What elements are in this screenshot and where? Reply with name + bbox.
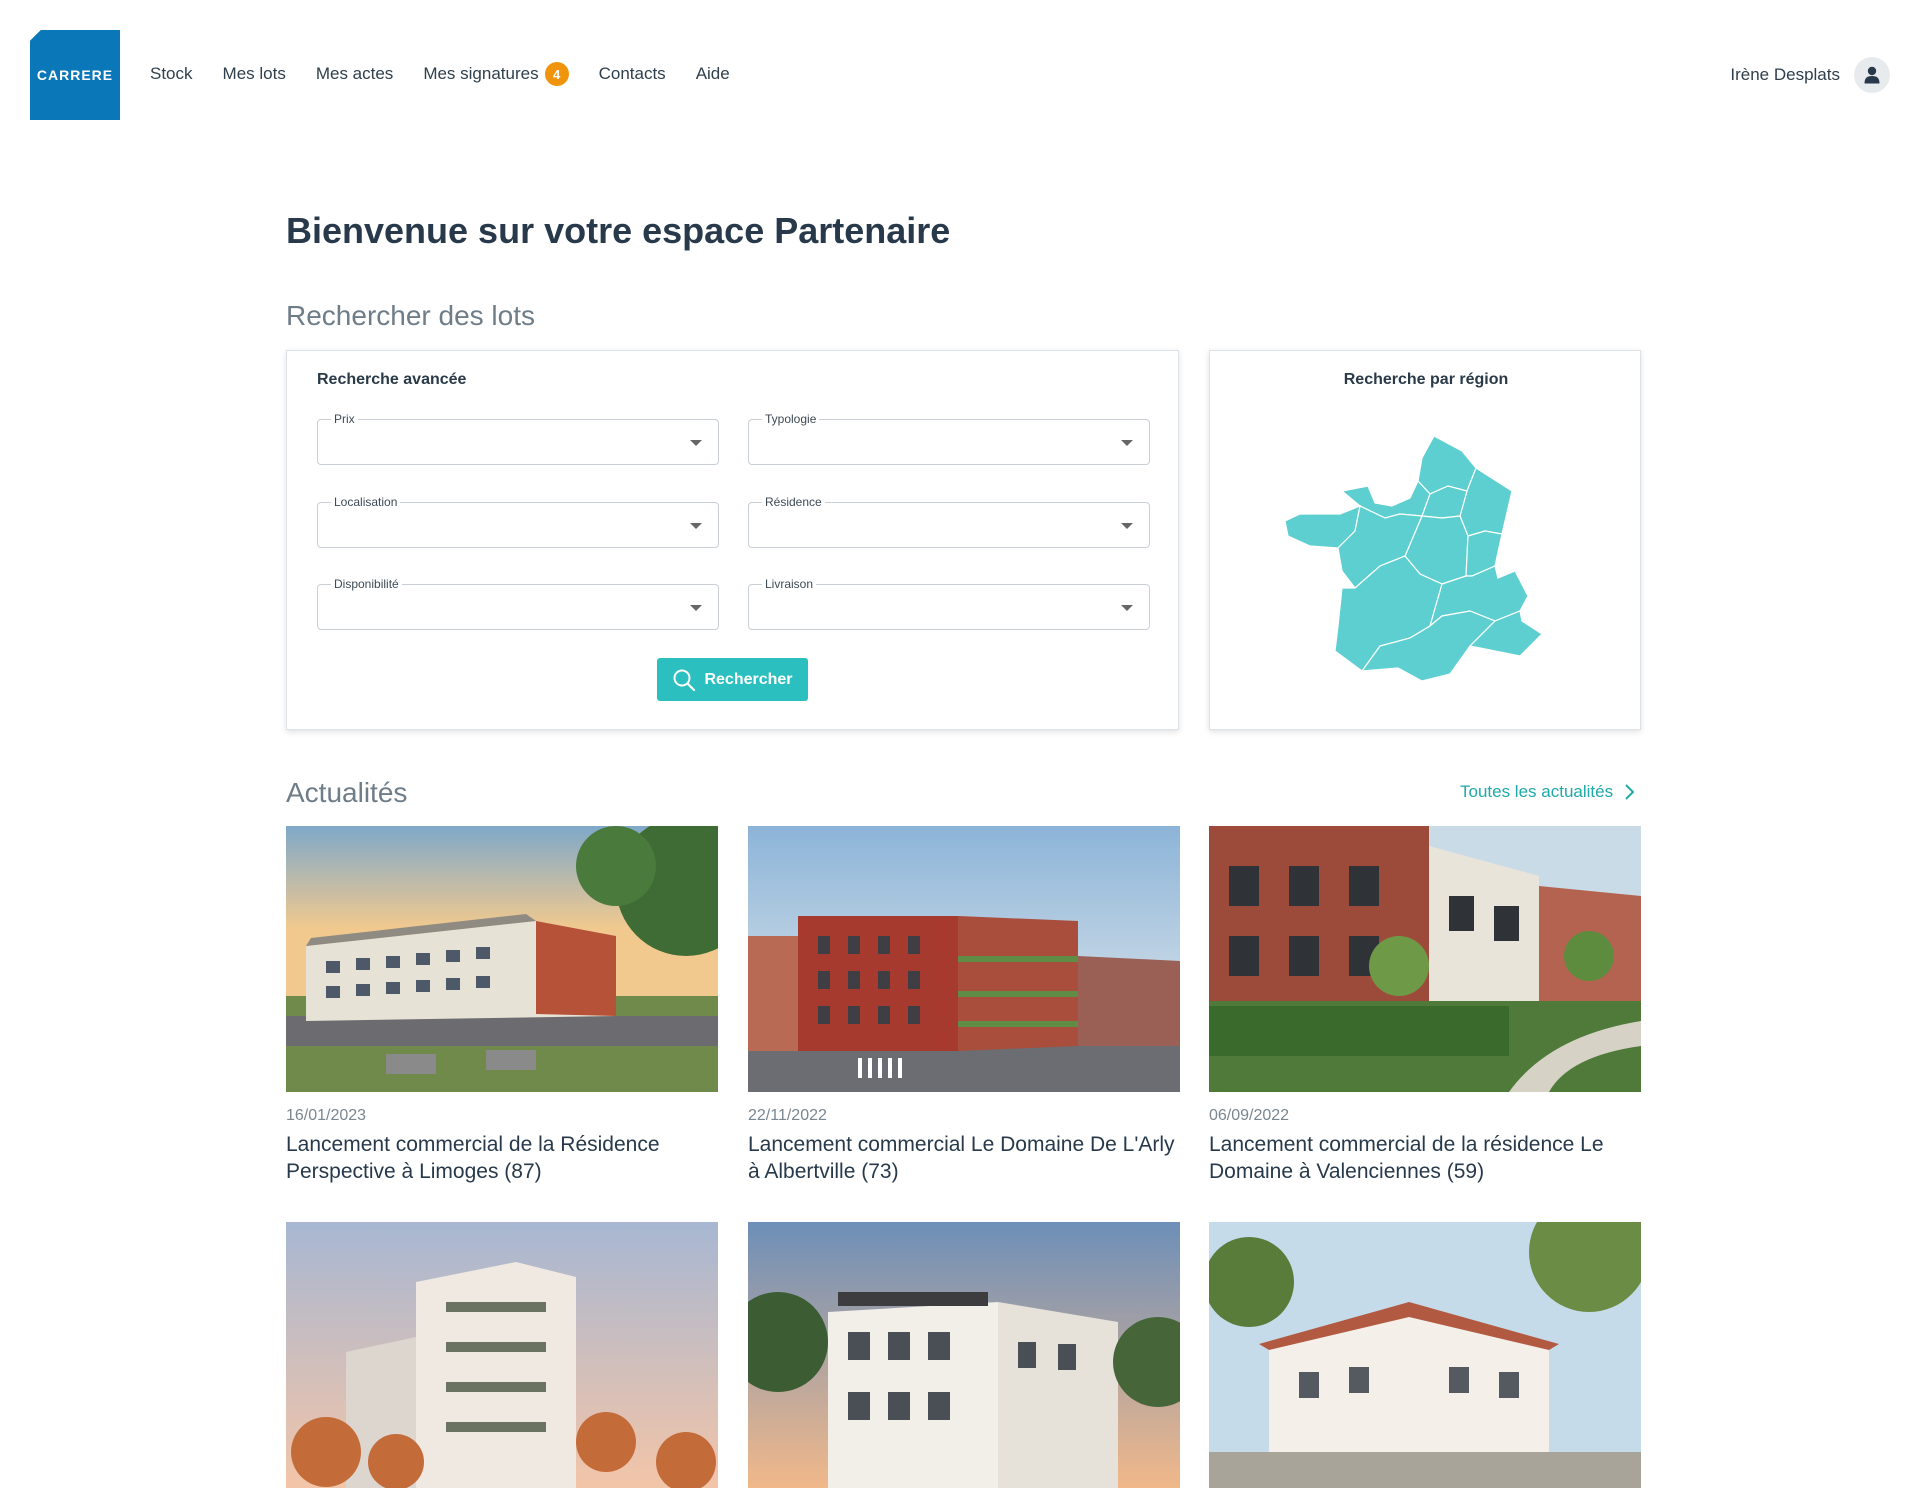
user-icon bbox=[1864, 66, 1880, 84]
news-card[interactable] bbox=[286, 1222, 718, 1503]
news-image bbox=[286, 1222, 718, 1488]
region-search-card: Recherche par région bbox=[1209, 350, 1641, 730]
news-date: 16/01/2023 bbox=[286, 1107, 367, 1124]
nav-stock[interactable]: Stock bbox=[150, 62, 193, 86]
chevron-down-icon bbox=[1121, 523, 1133, 529]
news-date: 06/09/2022 bbox=[1209, 1107, 1290, 1124]
nav-contacts[interactable]: Contacts bbox=[599, 62, 666, 86]
logo-text: CARRERE bbox=[36, 67, 114, 83]
advanced-search-title: Recherche avancée bbox=[317, 371, 467, 388]
news-date: 22/11/2022 bbox=[748, 1107, 827, 1124]
disponibilite-label: Disponibilité bbox=[331, 577, 402, 591]
news-image bbox=[286, 826, 718, 1092]
chevron-down-icon bbox=[690, 605, 702, 611]
news-card[interactable] bbox=[1209, 1222, 1641, 1503]
chevron-down-icon bbox=[1121, 605, 1133, 611]
main-nav: Stock Mes lots Mes actes Mes signatures … bbox=[150, 62, 760, 86]
signatures-count-badge: 4 bbox=[544, 62, 569, 86]
news-image bbox=[748, 826, 1180, 1092]
prix-select[interactable]: Prix bbox=[317, 412, 719, 465]
livraison-label: Livraison bbox=[762, 577, 817, 591]
nav-mes-actes[interactable]: Mes actes bbox=[316, 62, 393, 86]
news-section-title: Actualités bbox=[286, 777, 408, 808]
nav-mes-signatures[interactable]: Mes signatures 4 bbox=[423, 62, 569, 86]
news-title[interactable]: Lancement commercial de la résidence Le … bbox=[1209, 1131, 1641, 1185]
news-card[interactable] bbox=[748, 1222, 1180, 1503]
chevron-down-icon bbox=[690, 440, 702, 446]
news-image bbox=[1209, 1222, 1641, 1488]
news-card[interactable]: 22/11/2022 Lancement commercial Le Domai… bbox=[748, 826, 1180, 1185]
all-news-link[interactable]: Toutes les actualités bbox=[1460, 782, 1637, 802]
localisation-label: Localisation bbox=[331, 495, 401, 509]
france-region-map[interactable] bbox=[1280, 406, 1580, 706]
news-title[interactable]: Lancement commercial de la Résidence Per… bbox=[286, 1131, 718, 1185]
avatar[interactable] bbox=[1854, 57, 1890, 93]
nav-mes-signatures-label: Mes signatures bbox=[423, 64, 539, 83]
nav-aide[interactable]: Aide bbox=[696, 62, 730, 86]
top-header: CARRERE Stock Mes lots Mes actes Mes sig… bbox=[0, 0, 1920, 150]
nav-aide-label: Aide bbox=[695, 64, 730, 83]
search-icon bbox=[673, 669, 696, 691]
region-bourgogne[interactable] bbox=[1465, 530, 1503, 577]
disponibilite-select[interactable]: Disponibilité bbox=[317, 577, 719, 630]
nav-mes-lots-label: Mes lots bbox=[222, 64, 286, 83]
news-image bbox=[748, 1222, 1180, 1488]
nav-mes-lots[interactable]: Mes lots bbox=[223, 62, 286, 86]
news-card[interactable]: 06/09/2022 Lancement commercial de la ré… bbox=[1209, 826, 1641, 1185]
residence-select[interactable]: Résidence bbox=[748, 495, 1150, 548]
rechercher-button-label: Rechercher bbox=[704, 670, 793, 688]
news-card[interactable]: 16/01/2023 Lancement commercial de la Ré… bbox=[286, 826, 718, 1185]
rechercher-button[interactable]: Rechercher bbox=[657, 658, 808, 701]
region-hauts-de-france[interactable] bbox=[1417, 435, 1477, 495]
all-news-label: Toutes les actualités bbox=[1460, 782, 1614, 801]
nav-mes-actes-label: Mes actes bbox=[315, 64, 394, 83]
user-menu[interactable]: Irène Desplats bbox=[1730, 57, 1890, 93]
localisation-select[interactable]: Localisation bbox=[317, 495, 719, 548]
chevron-down-icon bbox=[1121, 440, 1133, 446]
search-section-title: Rechercher des lots bbox=[286, 300, 536, 331]
news-title[interactable]: Lancement commercial Le Domaine De L'Arl… bbox=[748, 1131, 1180, 1185]
nav-contacts-label: Contacts bbox=[598, 64, 666, 83]
nav-stock-label: Stock bbox=[150, 64, 193, 83]
carrere-logo[interactable]: CARRERE bbox=[30, 30, 120, 120]
page-title: Bienvenue sur votre espace Partenaire bbox=[286, 210, 951, 251]
residence-label: Résidence bbox=[762, 495, 825, 509]
typologie-select[interactable]: Typologie bbox=[748, 412, 1150, 465]
region-search-title: Recherche par région bbox=[1343, 371, 1509, 388]
prix-label: Prix bbox=[331, 412, 358, 426]
chevron-right-icon bbox=[1625, 784, 1635, 800]
livraison-select[interactable]: Livraison bbox=[748, 577, 1150, 630]
typologie-label: Typologie bbox=[762, 412, 820, 426]
chevron-down-icon bbox=[690, 523, 702, 529]
user-name: Irène Desplats bbox=[1730, 65, 1840, 84]
news-image bbox=[1209, 826, 1641, 1092]
